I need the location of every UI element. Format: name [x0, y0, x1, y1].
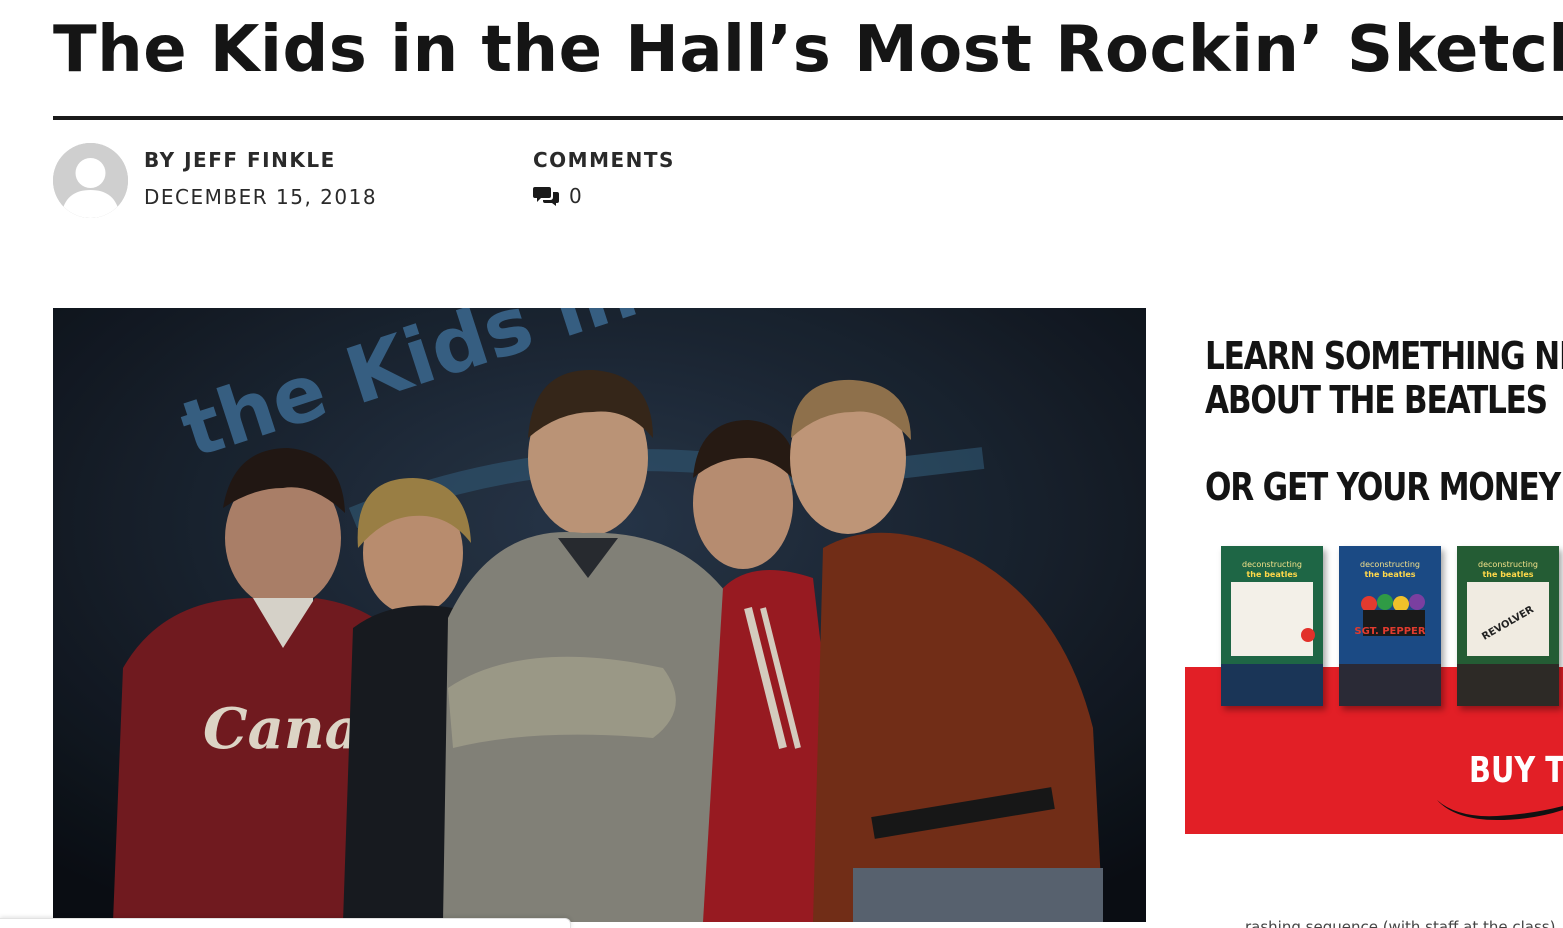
comments-icon [533, 187, 559, 206]
article-title: The Kids in the Hall’s Most Rockin’ Sket… [53, 13, 1563, 87]
title-divider [53, 116, 1563, 120]
ad-buy-button[interactable]: BUY TH [1469, 750, 1563, 791]
ad-headline: LEARN SOMETHING NEW ABOUT THE BEATLES [1205, 334, 1563, 422]
ad-money-back: OR GET YOUR MONEY BAC [1205, 465, 1563, 509]
ad-swoosh-icon [1437, 800, 1563, 820]
author-avatar-icon[interactable] [53, 143, 128, 218]
book-cover-sgt-pepper: deconstructing the beatles SGT. PEPPER [1339, 546, 1441, 706]
caption-snippet: …rashing sequence (with staff at the cla… [1230, 918, 1563, 928]
publish-date: DECEMBER 15, 2018 [144, 185, 378, 209]
default-user-icon [53, 143, 128, 218]
author-name-link[interactable]: BY JEFF FINKLE [144, 148, 336, 172]
book-name: SGT. PEPPER [1354, 626, 1426, 637]
comments-link[interactable]: 0 [533, 184, 582, 208]
book-series: deconstructing [1242, 560, 1302, 569]
book-series: deconstructing [1360, 560, 1420, 569]
book-subtitle: the beatles [1246, 570, 1298, 579]
ad-headline-line1: LEARN SOMETHING NEW [1205, 334, 1563, 378]
hero-image: the Kids in the Hall Canada [53, 308, 1146, 922]
book-cover-white-album: deconstructing the beatles [1221, 546, 1323, 706]
hero-photo-illustration: the Kids in the Hall Canada [53, 308, 1146, 922]
comments-label: COMMENTS [533, 148, 675, 172]
bottom-overlay-bar [0, 918, 571, 928]
book-series: deconstructing [1478, 560, 1538, 569]
book-subtitle: the beatles [1364, 570, 1416, 579]
article-page: The Kids in the Hall’s Most Rockin’ Sket… [0, 0, 1563, 928]
book-cover-revolver: deconstructing the beatles REVOLVER [1457, 546, 1559, 706]
ad-headline-line2: ABOUT THE BEATLES [1205, 378, 1548, 422]
beatles-book-ad[interactable]: LEARN SOMETHING NEW ABOUT THE BEATLES OR… [1185, 308, 1563, 834]
book-subtitle: the beatles [1482, 570, 1534, 579]
comments-count-value: 0 [569, 184, 582, 208]
